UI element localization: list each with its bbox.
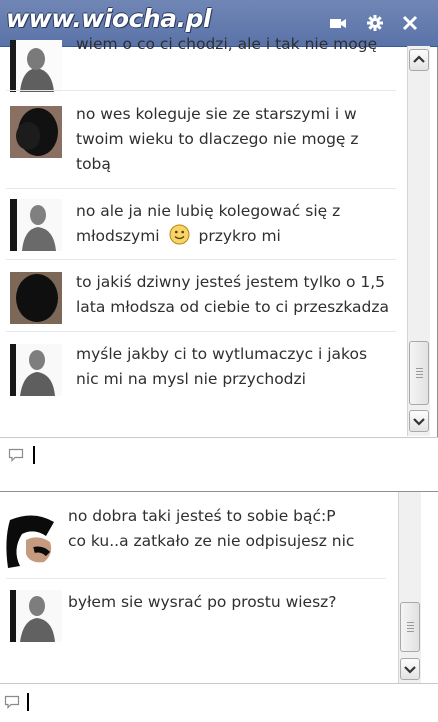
message-text: to jakiś dziwny jesteś jestem tylko o 1,… [76, 273, 390, 316]
scrollbar[interactable] [398, 492, 421, 683]
list-item: to jakiś dziwny jesteś jestem tylko o 1,… [0, 264, 400, 334]
avatar [10, 40, 62, 92]
message-text: wiem o co ci chodzi, ale i tak nie mogę [76, 35, 378, 53]
separator [6, 578, 386, 579]
scroll-up-button[interactable] [409, 49, 429, 71]
avatar [10, 106, 62, 158]
list-item: wiem o co ci chodzi, ale i tak nie mogę [0, 18, 400, 92]
smiley-icon [169, 224, 190, 245]
scroll-thumb[interactable] [400, 602, 420, 652]
separator [6, 331, 396, 332]
text-caret [33, 446, 35, 464]
text-caret [27, 693, 29, 711]
avatar [10, 272, 62, 324]
separator [6, 90, 396, 91]
avatar [4, 510, 64, 570]
chevron-down-icon [404, 666, 416, 674]
message-input[interactable] [0, 437, 438, 472]
avatar [10, 199, 62, 251]
chat-window-2: no dobra taki jesteś to sobie bąć:P co k… [0, 491, 438, 720]
chevron-up-icon [413, 55, 425, 63]
list-item: no dobra taki jesteś to sobie bąć:P co k… [0, 504, 400, 578]
scrollbar[interactable] [407, 46, 430, 436]
separator [6, 259, 396, 260]
list-item: byłem sie wysrać po prostu wiesz? [0, 584, 400, 654]
chat-bubble-icon [8, 448, 24, 462]
message-text: no ale ja nie lubię kolegować się z młod… [76, 202, 341, 245]
message-input[interactable] [0, 683, 438, 722]
message-text: no dobra taki jesteś to sobie bąć:P co k… [68, 507, 355, 550]
scroll-down-button[interactable] [409, 410, 429, 432]
message-text: byłem sie wysrać po prostu wiesz? [68, 593, 337, 611]
message-text: myśle jakby ci to wytlumaczyc i jakos ni… [76, 345, 368, 388]
list-item: no ale ja nie lubię kolegować się z młod… [0, 193, 400, 261]
close-icon[interactable] [400, 13, 420, 33]
avatar [10, 344, 62, 396]
avatar [10, 590, 62, 642]
chevron-down-icon [413, 418, 425, 426]
divider [0, 471, 438, 491]
scroll-down-button[interactable] [400, 658, 420, 680]
separator [6, 188, 396, 189]
scroll-thumb[interactable] [409, 341, 429, 405]
list-item: no wes koleguje sie ze starszymi i w two… [0, 96, 400, 192]
chat-window-1: www.wiocha.pl wiem o co ci chodzi, ale i… [0, 0, 438, 472]
chat-bubble-icon [4, 695, 20, 709]
list-item: myśle jakby ci to wytlumaczyc i jakos ni… [0, 336, 400, 406]
message-text: no wes koleguje sie ze starszymi i w two… [76, 105, 359, 173]
